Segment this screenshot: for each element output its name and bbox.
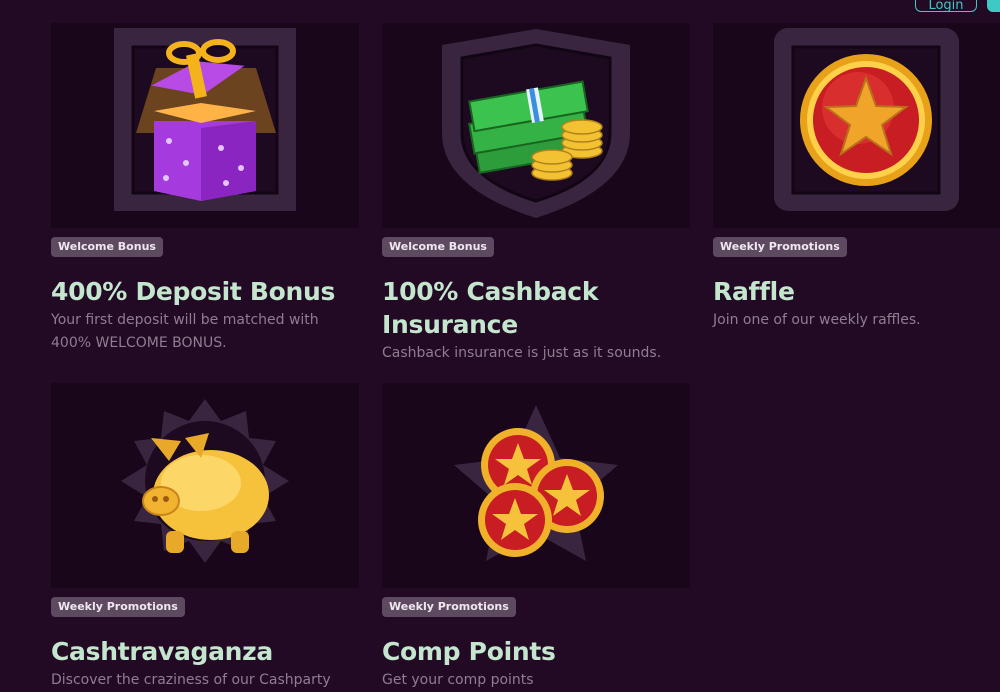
star-coins-icon	[454, 405, 618, 561]
star-medal-icon	[774, 28, 959, 211]
cash-coins-icon	[442, 29, 630, 218]
promo-card-comp-points[interactable]: Weekly Promotions Comp Points Get your c…	[382, 383, 690, 692]
promo-description: Cashback insurance is just as it sounds.	[382, 345, 662, 361]
category-badge: Welcome Bonus	[51, 237, 163, 257]
promo-title: 100% Cashback Insurance	[382, 277, 599, 339]
category-badge: Weekly Promotions	[713, 237, 847, 257]
promo-image	[382, 383, 690, 588]
promo-image	[51, 23, 359, 228]
promo-description: Join one of our weekly raffles.	[713, 312, 921, 328]
promo-title: Raffle	[713, 277, 795, 306]
promo-card-raffle[interactable]: Weekly Promotions Raffle Join one of our…	[713, 23, 1000, 332]
promo-title: Comp Points	[382, 637, 556, 666]
category-badge: Weekly Promotions	[382, 597, 516, 617]
promo-image	[713, 23, 1000, 228]
category-badge: Welcome Bonus	[382, 237, 494, 257]
promo-card-cashback[interactable]: Welcome Bonus 100% Cashback Insurance Ca…	[382, 23, 690, 365]
promo-title: 400% Deposit Bonus	[51, 277, 336, 306]
promo-description: Discover the craziness of our Cashparty	[51, 672, 331, 688]
promo-description: Get your comp points	[382, 672, 534, 688]
promo-image	[382, 23, 690, 228]
signup-button[interactable]	[987, 0, 1000, 12]
promo-card-deposit-bonus[interactable]: Welcome Bonus 400% Deposit Bonus Your fi…	[51, 23, 359, 355]
promo-title: Cashtravaganza	[51, 637, 273, 666]
gift-box-icon	[114, 28, 296, 211]
promo-image	[51, 383, 359, 588]
promo-card-cashtravaganza[interactable]: Weekly Promotions Cashtravaganza Discove…	[51, 383, 359, 692]
category-badge: Weekly Promotions	[51, 597, 185, 617]
piggy-bank-icon	[121, 399, 289, 563]
promo-description: Your first deposit will be matched with …	[51, 312, 319, 351]
login-button[interactable]: Login	[915, 0, 977, 12]
